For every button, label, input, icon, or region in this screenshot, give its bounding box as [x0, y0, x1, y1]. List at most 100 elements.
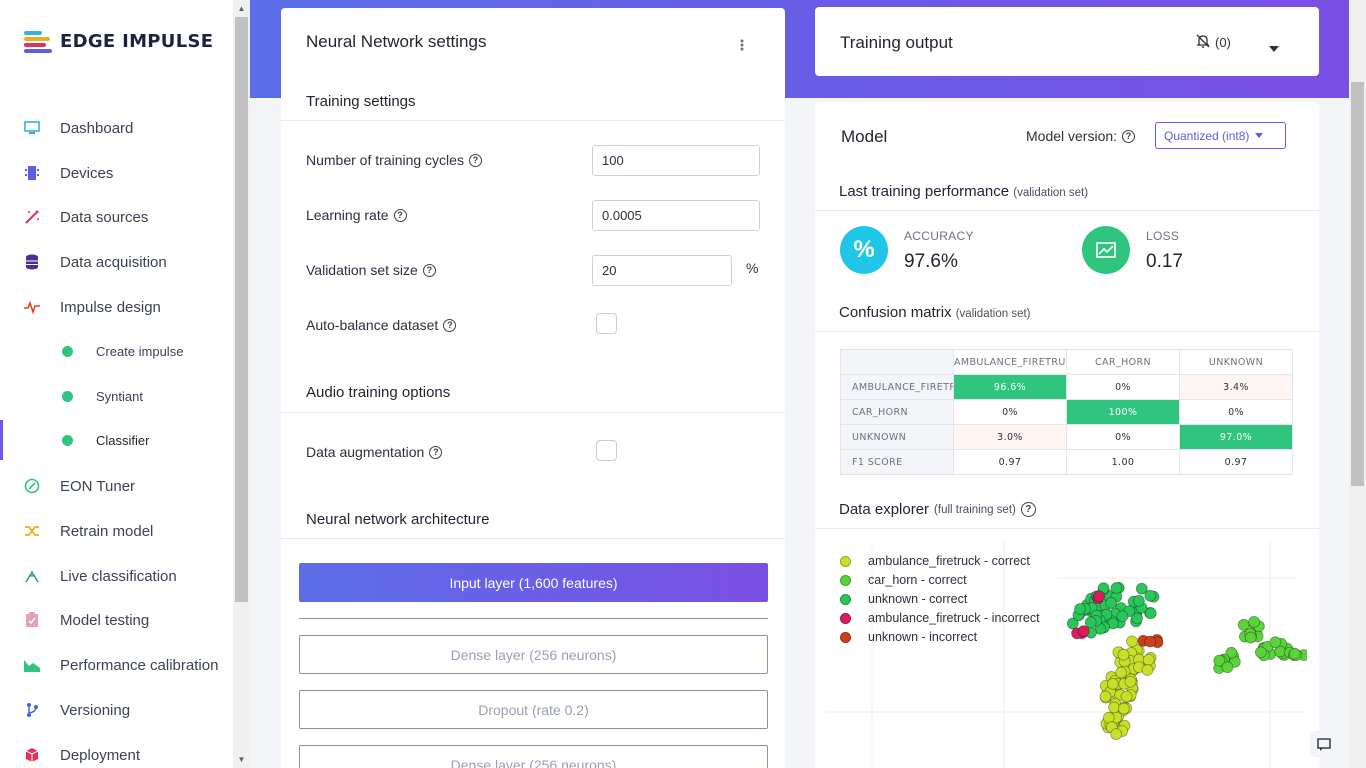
validation-size-label: Validation set size ? — [306, 262, 436, 278]
nn-settings-card: Neural Network settings Training setting… — [281, 8, 785, 768]
help-icon[interactable]: ? — [429, 445, 443, 459]
sidebar-item-label: Deployment — [60, 746, 141, 764]
logo[interactable]: EDGE IMPULSE — [24, 30, 213, 53]
dropout-layer-button[interactable]: Dropout (rate 0.2) — [299, 690, 768, 729]
scatter-point[interactable] — [1110, 728, 1123, 741]
table-cell: 0% — [1179, 399, 1293, 425]
sidebar-item-retrain-model[interactable]: Retrain model — [0, 511, 233, 551]
scatter-point[interactable] — [1077, 625, 1090, 637]
scatter-point[interactable] — [1126, 635, 1138, 648]
sidebar-item-devices[interactable]: Devices — [0, 153, 233, 193]
help-icon[interactable]: ? — [468, 153, 482, 167]
legend-item[interactable]: car_horn - correct — [840, 573, 967, 587]
table-cell: 0.97 — [1179, 449, 1293, 475]
scatter-point[interactable] — [1106, 678, 1119, 690]
scatter-point[interactable] — [1116, 610, 1129, 623]
scatter-point[interactable] — [1108, 701, 1120, 714]
table-cell: 0% — [1066, 374, 1180, 400]
table-row: CAR_HORN 0% 100% 0% — [840, 399, 1293, 425]
validation-size-input[interactable] — [592, 255, 732, 286]
scatter-point[interactable] — [1288, 647, 1301, 660]
scatter-point[interactable] — [1105, 597, 1118, 609]
help-icon[interactable]: ? — [1020, 502, 1036, 517]
scatter-point[interactable] — [1142, 653, 1155, 666]
legend-label: unknown - incorrect — [868, 630, 978, 644]
learning-rate-input[interactable] — [592, 200, 760, 231]
training-output-card: Training output (0) — [815, 7, 1319, 76]
caret-down-icon — [1255, 133, 1264, 138]
scatter-point[interactable] — [1120, 690, 1133, 703]
scatter-point[interactable] — [1074, 603, 1086, 615]
scatter-point[interactable] — [1117, 702, 1130, 715]
legend-item[interactable]: ambulance_firetruck - correct — [840, 554, 1030, 568]
scatter-point[interactable] — [1099, 690, 1112, 703]
legend-item[interactable]: unknown - incorrect — [840, 630, 977, 644]
scatter-point[interactable] — [1124, 675, 1137, 688]
learning-rate-label-text: Learning rate — [306, 207, 389, 223]
sidebar-item-create-impulse[interactable]: Create impulse — [0, 331, 233, 371]
scatter-point[interactable] — [1248, 615, 1261, 628]
status-dot — [62, 434, 73, 446]
model-version-select[interactable]: Quantized (int8) — [1155, 122, 1286, 149]
legend-item[interactable]: unknown - correct — [840, 592, 967, 606]
sidebar-item-data-sources[interactable]: Data sources — [0, 197, 233, 237]
sidebar-item-versioning[interactable]: Versioning — [0, 690, 233, 730]
sidebar-item-classifier[interactable]: Classifier — [0, 420, 233, 460]
kebab-menu-icon[interactable] — [739, 38, 745, 52]
scatter-point[interactable] — [1141, 664, 1154, 676]
sidebar-item-label: Impulse design — [60, 298, 161, 316]
scatter-point[interactable] — [1221, 661, 1234, 674]
table-cell: 3.0% — [953, 424, 1067, 450]
scatter-point[interactable] — [1269, 636, 1282, 649]
sidebar-item-performance-calibration[interactable]: Performance calibration — [0, 645, 233, 685]
notifications-toggle[interactable]: (0) — [1195, 33, 1231, 52]
perf-subtitle: (validation set) — [1013, 187, 1089, 199]
sidebar-item-syntiant[interactable]: Syntiant — [0, 376, 233, 416]
scroll-up-arrow-icon[interactable]: ▲ — [235, 2, 248, 15]
caret-down-icon[interactable] — [1269, 39, 1279, 57]
dense-layer-button[interactable]: Dense layer (256 neurons) — [299, 635, 768, 674]
sidebar-item-dashboard[interactable]: Dashboard — [0, 108, 233, 148]
sidebar-item-deployment[interactable]: Deployment — [0, 735, 233, 768]
scatter-point[interactable] — [1144, 635, 1157, 648]
sidebar-item-eon-tuner[interactable]: EON Tuner — [0, 466, 233, 506]
sidebar-scrollbar-thumb[interactable] — [235, 17, 248, 602]
table-row: AMBULANCE_FIRETRUCK CAR_HORN UNKNOWN — [840, 349, 1293, 375]
main-scrollbar-thumb[interactable] — [1351, 82, 1364, 486]
help-icon[interactable]: ? — [422, 263, 436, 277]
scatter-point[interactable] — [1115, 666, 1127, 679]
sidebar-item-data-acquisition[interactable]: Data acquisition — [0, 242, 233, 282]
pulse-icon — [24, 299, 40, 315]
training-cycles-input[interactable] — [592, 145, 760, 176]
sidebar-item-live-classification[interactable]: Live classification — [0, 556, 233, 596]
scatter-point[interactable] — [1117, 648, 1130, 661]
scroll-down-arrow-icon[interactable]: ▼ — [235, 753, 248, 766]
augmentation-checkbox[interactable] — [596, 440, 617, 461]
autobalance-checkbox[interactable] — [596, 313, 617, 334]
help-icon[interactable]: ? — [1122, 129, 1136, 143]
monitor-icon — [24, 120, 40, 136]
sidebar-item-label: Retrain model — [60, 522, 154, 540]
scatter-point[interactable] — [1244, 631, 1257, 644]
divider — [815, 331, 1319, 332]
table-row: F1 SCORE 0.97 1.00 0.97 — [840, 449, 1293, 475]
sidebar-item-label: Devices — [60, 164, 114, 182]
model-card: Model Model version: ? Quantized (int8) … — [815, 102, 1319, 768]
scatter-point[interactable] — [1144, 589, 1157, 602]
sidebar-item-model-testing[interactable]: Model testing — [0, 600, 233, 640]
sidebar-item-impulse-design[interactable]: Impulse design — [0, 287, 233, 327]
scatter-point[interactable] — [1110, 582, 1123, 594]
accuracy-label: ACCURACY — [904, 229, 974, 243]
legend-item[interactable]: ambulance_firetruck - incorrect — [840, 611, 1040, 625]
confusion-matrix: AMBULANCE_FIRETRUCK CAR_HORN UNKNOWN AMB… — [840, 349, 1293, 475]
section-heading: Audio training options — [306, 384, 451, 401]
input-layer-button[interactable]: Input layer (1,600 features) — [299, 563, 768, 602]
scatter-point[interactable] — [1254, 646, 1267, 659]
scatter-point[interactable] — [1093, 590, 1105, 603]
help-icon[interactable]: ? — [443, 318, 457, 332]
help-icon[interactable]: ? — [393, 208, 407, 222]
chat-icon[interactable] — [1310, 731, 1338, 757]
sidebar-item-label: Classifier — [96, 432, 150, 448]
dense-layer-button[interactable]: Dense layer (256 neurons) — [299, 745, 768, 768]
scatter-point[interactable] — [1133, 594, 1145, 607]
